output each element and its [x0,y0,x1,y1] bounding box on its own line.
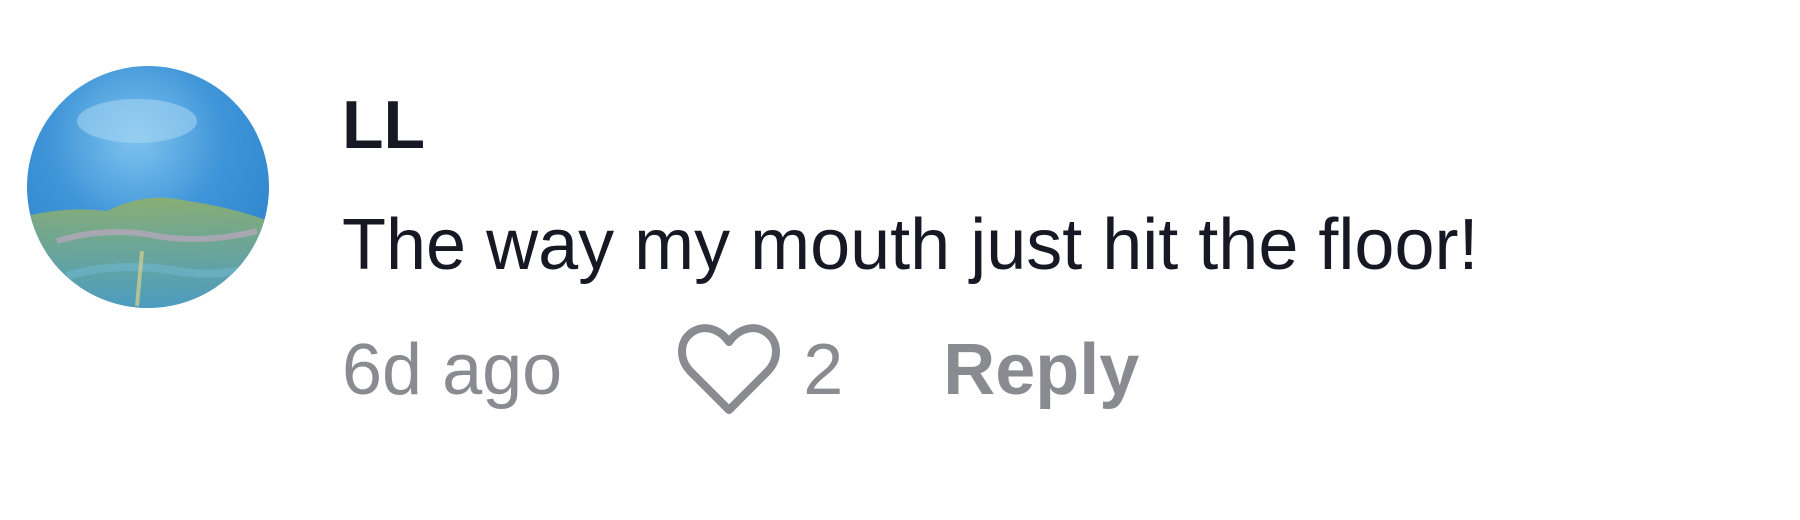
username[interactable]: LL [342,80,1478,170]
heart-outline-icon [678,324,781,414]
timestamp: 6d ago [342,330,563,410]
comment-content: LL The way my mouth just hit the floor! [342,80,1478,285]
like-count: 2 [803,330,844,410]
like-button[interactable]: 2 [677,324,843,416]
comment-meta: 6d ago 2 Reply [342,320,1139,420]
comment-item: LL The way my mouth just hit the floor! … [0,0,1800,520]
reply-button[interactable]: Reply [943,329,1139,411]
avatar[interactable] [27,66,269,308]
comment-text: The way my mouth just hit the floor! [342,205,1479,285]
avatar-image [27,66,269,308]
